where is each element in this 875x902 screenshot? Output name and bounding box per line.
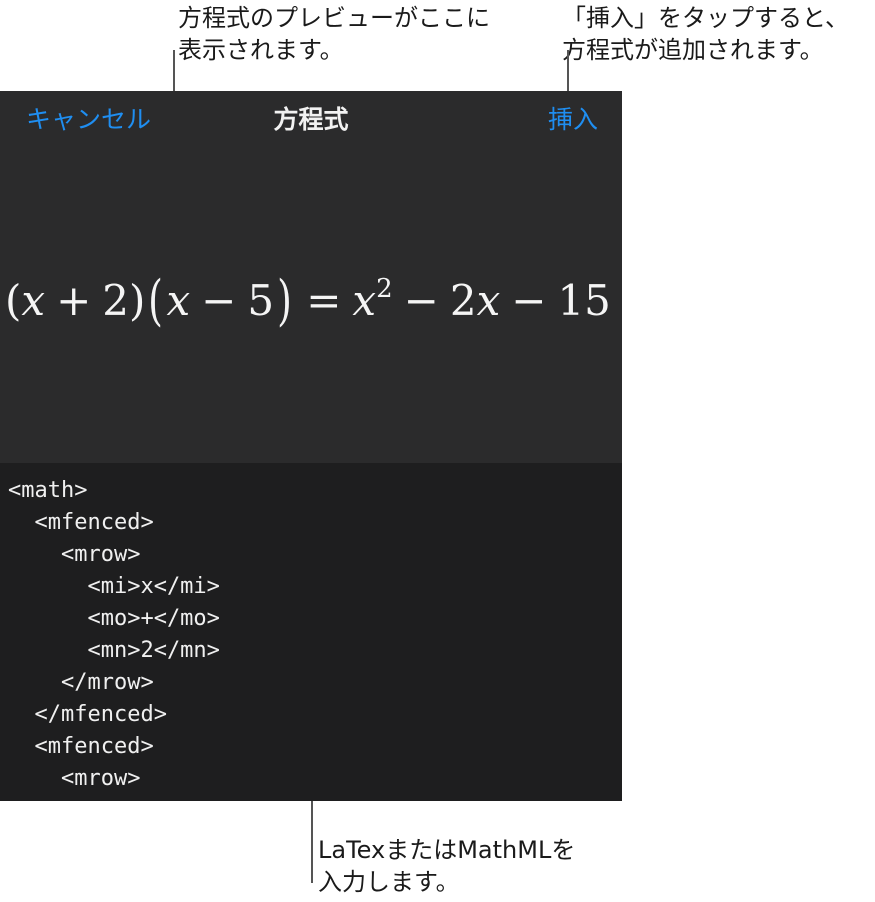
operator-plus: +	[56, 276, 92, 325]
var-x: x	[166, 276, 191, 325]
number: 2	[449, 276, 477, 325]
code-line: </mrow>	[8, 670, 154, 695]
callout-insert-pointer	[567, 50, 569, 96]
number: 5	[247, 276, 275, 325]
equation-preview: (x +2)(x −5) = x2−2x −15	[0, 141, 622, 463]
code-line: <math>	[8, 478, 88, 503]
code-text[interactable]: <math> <mfenced> <mrow> <mi>x</mi> <mo>+…	[8, 475, 220, 795]
fence-close: )	[277, 269, 293, 332]
code-line: <mrow>	[8, 766, 141, 791]
code-line: <mrow>	[8, 542, 141, 567]
paren-open: (	[5, 276, 22, 325]
nav-bar: キャンセル 方程式 挿入	[0, 91, 622, 141]
callout-preview: 方程式のプレビューがここに 表示されます。	[178, 2, 490, 66]
callout-input-line-1: LaTexまたはMathMLを	[318, 836, 576, 864]
code-editor[interactable]: <math> <mfenced> <mrow> <mi>x</mi> <mo>+…	[0, 463, 622, 801]
operator-minus: −	[403, 276, 439, 325]
var-x: x	[352, 276, 377, 325]
code-line: <mo>+</mo>	[8, 606, 220, 631]
var-x: x	[21, 276, 46, 325]
number: 15	[557, 276, 611, 325]
callout-input-line-2: 入力します。	[318, 868, 460, 896]
var-x: x	[476, 276, 501, 325]
exponent: 2	[376, 274, 393, 304]
callout-insert-line-1: 「挿入」をタップすると、	[562, 4, 850, 32]
operator-minus: −	[201, 276, 237, 325]
callout-input: LaTexまたはMathMLを 入力します。	[318, 834, 575, 898]
dialog-title: 方程式	[273, 105, 349, 134]
code-line: <mfenced>	[8, 734, 154, 759]
callout-insert-line-2: 方程式が追加されます。	[562, 36, 824, 64]
code-line: <mn>2</mn>	[8, 638, 220, 663]
operator-equals: =	[306, 276, 342, 325]
number: 2	[102, 276, 130, 325]
operator-minus: −	[511, 276, 547, 325]
equation-dialog: キャンセル 方程式 挿入 (x +2)(x −5) = x2−2x −15 <math> …	[0, 91, 622, 801]
fence-open: (	[148, 269, 164, 332]
equation-render: (x +2)(x −5) = x2−2x −15	[5, 269, 611, 332]
code-line: <mi>x</mi>	[8, 574, 220, 599]
code-line: </mfenced>	[8, 702, 167, 727]
callout-insert: 「挿入」をタップすると、 方程式が追加されます。	[562, 2, 849, 66]
callout-preview-line-2: 表示されます。	[178, 36, 344, 64]
paren-close: )	[129, 276, 146, 325]
insert-button[interactable]: 挿入	[548, 100, 598, 136]
code-line: <mfenced>	[8, 510, 154, 535]
callout-preview-line-1: 方程式のプレビューがここに	[178, 4, 490, 32]
